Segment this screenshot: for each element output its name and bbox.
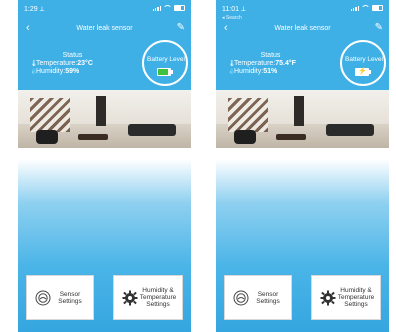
sensor-settings-label: Sensor Settings xyxy=(256,290,280,305)
battery-fill xyxy=(158,69,168,75)
sensor-settings-button[interactable]: Sensor Settings xyxy=(26,275,94,320)
signal-icon xyxy=(350,5,359,11)
status-title: Status xyxy=(260,52,281,59)
room-photo xyxy=(216,90,389,148)
sensor-settings-button[interactable]: Sensor Settings xyxy=(224,275,292,320)
sensor-settings-icon xyxy=(233,290,249,305)
battery-level-highlight: Battery Level xyxy=(142,40,188,86)
navigation-bar: ‹ Water leak sensor ✎ xyxy=(18,22,191,37)
wifi-icon xyxy=(163,5,172,11)
humidity-temperature-settings-label: Humidity & Temperature Settings xyxy=(139,287,177,308)
humidity-temperature-settings-label: Humidity & Temperature Settings xyxy=(337,287,375,308)
charging-bolt-icon: ⚡ xyxy=(358,68,367,75)
humidity-value: 51% xyxy=(263,68,278,75)
battery-icon xyxy=(157,68,173,76)
humidity-label: Humidity: xyxy=(234,68,264,75)
battery-level-highlight: Battery Level ⚡ xyxy=(340,40,386,86)
status-bar-time: 11:01 ⟂ xyxy=(222,6,246,13)
phone-battery-icon xyxy=(372,5,383,11)
sensor-settings-icon xyxy=(35,290,51,305)
status-bar-time: 1:29 ⟂ xyxy=(24,6,45,13)
humidity-value: 59% xyxy=(65,68,80,75)
phone-screen-right: 11:01 ⟂ ◂ Search ‹ Water leak sensor ✎ S… xyxy=(216,0,389,332)
sensor-settings-label: Sensor Settings xyxy=(58,290,82,305)
humidity-row: 💧Humidity:51% xyxy=(228,68,323,76)
battery-level-label: Battery Level xyxy=(147,56,185,63)
battery-level-label: Battery Level xyxy=(345,56,383,63)
temperature-row: 🌡Temperature:75.4°F xyxy=(228,60,323,68)
battery-charging-icon: ⚡ xyxy=(355,68,371,76)
back-to-search-link[interactable]: ◂ Search xyxy=(222,15,242,21)
gear-icon xyxy=(122,290,138,305)
humidity-temperature-settings-button[interactable]: Humidity & Temperature Settings xyxy=(113,275,183,320)
edit-icon[interactable]: ✎ xyxy=(177,22,185,33)
system-status-icons xyxy=(152,5,185,11)
room-photo xyxy=(18,90,191,148)
status-block: Status 🌡Temperature:75.4°F 💧Humidity:51% xyxy=(228,52,323,76)
navigation-bar: ‹ Water leak sensor ✎ xyxy=(216,22,389,37)
page-title: Water leak sensor xyxy=(274,25,331,32)
page-title: Water leak sensor xyxy=(76,25,133,32)
humidity-label: Humidity: xyxy=(36,68,66,75)
humidity-row: 💧Humidity:59% xyxy=(30,68,125,76)
humidity-temperature-settings-button[interactable]: Humidity & Temperature Settings xyxy=(311,275,381,320)
temperature-label: Temperature: xyxy=(234,60,276,67)
temperature-value: 23°C xyxy=(77,60,93,67)
status-block: Status 🌡Temperature:23°C 💧Humidity:59% xyxy=(30,52,125,76)
phone-screen-left: 1:29 ⟂ ‹ Water leak sensor ✎ Status 🌡Tem… xyxy=(18,0,191,332)
edit-icon[interactable]: ✎ xyxy=(375,22,383,33)
app-header: 11:01 ⟂ ◂ Search ‹ Water leak sensor ✎ S… xyxy=(216,0,389,90)
status-title: Status xyxy=(62,52,83,59)
app-header: 1:29 ⟂ ‹ Water leak sensor ✎ Status 🌡Tem… xyxy=(18,0,191,90)
phone-battery-icon xyxy=(174,5,185,11)
system-status-icons xyxy=(350,5,383,11)
signal-icon xyxy=(152,5,161,11)
gear-icon xyxy=(320,290,336,305)
wifi-icon xyxy=(361,5,370,11)
temperature-row: 🌡Temperature:23°C xyxy=(30,60,125,68)
temperature-label: Temperature: xyxy=(36,60,78,67)
temperature-value: 75.4°F xyxy=(275,60,296,67)
